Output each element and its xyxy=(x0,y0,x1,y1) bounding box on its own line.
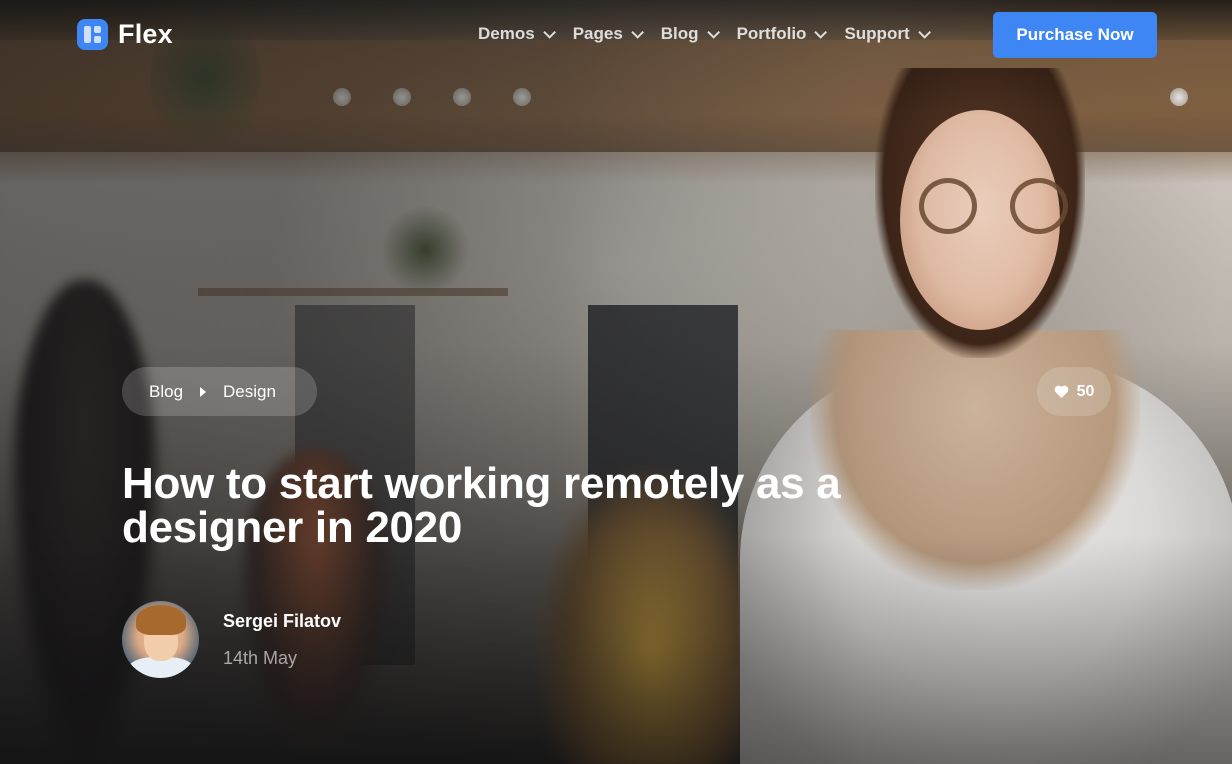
menu-item-label: Portfolio xyxy=(736,24,807,43)
author-block: Sergei Filatov 14th May xyxy=(122,601,341,678)
menu-item-blog[interactable]: Blog xyxy=(660,24,720,44)
chevron-down-icon xyxy=(814,25,828,39)
purchase-now-button[interactable]: Purchase Now xyxy=(993,12,1157,58)
author-meta: Sergei Filatov 14th May xyxy=(223,611,341,669)
menu-item-label: Blog xyxy=(660,24,699,43)
post-date: 14th May xyxy=(223,647,298,668)
like-count: 50 xyxy=(1076,382,1095,400)
breadcrumb: Blog Design xyxy=(122,367,317,416)
chevron-right-icon xyxy=(200,386,207,397)
menu-item-demos[interactable]: Demos xyxy=(478,24,556,44)
breadcrumb-link-design[interactable]: Design xyxy=(223,382,276,402)
like-button[interactable]: 50 xyxy=(1037,367,1111,416)
logo[interactable]: Flex xyxy=(77,19,173,50)
author-name[interactable]: Sergei Filatov xyxy=(223,611,341,632)
chevron-down-icon xyxy=(631,25,644,39)
menu-item-label: Pages xyxy=(572,24,623,43)
heart-icon xyxy=(1054,385,1068,398)
main-menu: Demos Pages Blog Portfolio Support xyxy=(478,24,931,44)
menu-item-pages[interactable]: Pages xyxy=(572,24,644,44)
menu-item-support[interactable]: Support xyxy=(844,24,931,44)
navbar: Flex Demos Pages Blog Portfolio Support … xyxy=(0,0,1232,70)
logo-icon xyxy=(77,19,108,50)
post-title: How to start working remotely as a desig… xyxy=(122,459,841,552)
menu-item-label: Support xyxy=(844,24,910,43)
menu-item-portfolio[interactable]: Portfolio xyxy=(736,24,828,44)
logo-text: Flex xyxy=(118,19,173,49)
chevron-down-icon xyxy=(706,25,720,39)
menu-item-label: Demos xyxy=(478,24,535,43)
avatar[interactable] xyxy=(122,601,199,678)
chevron-down-icon xyxy=(917,25,931,39)
breadcrumb-link-blog[interactable]: Blog xyxy=(149,382,183,402)
chevron-down-icon xyxy=(542,25,556,39)
